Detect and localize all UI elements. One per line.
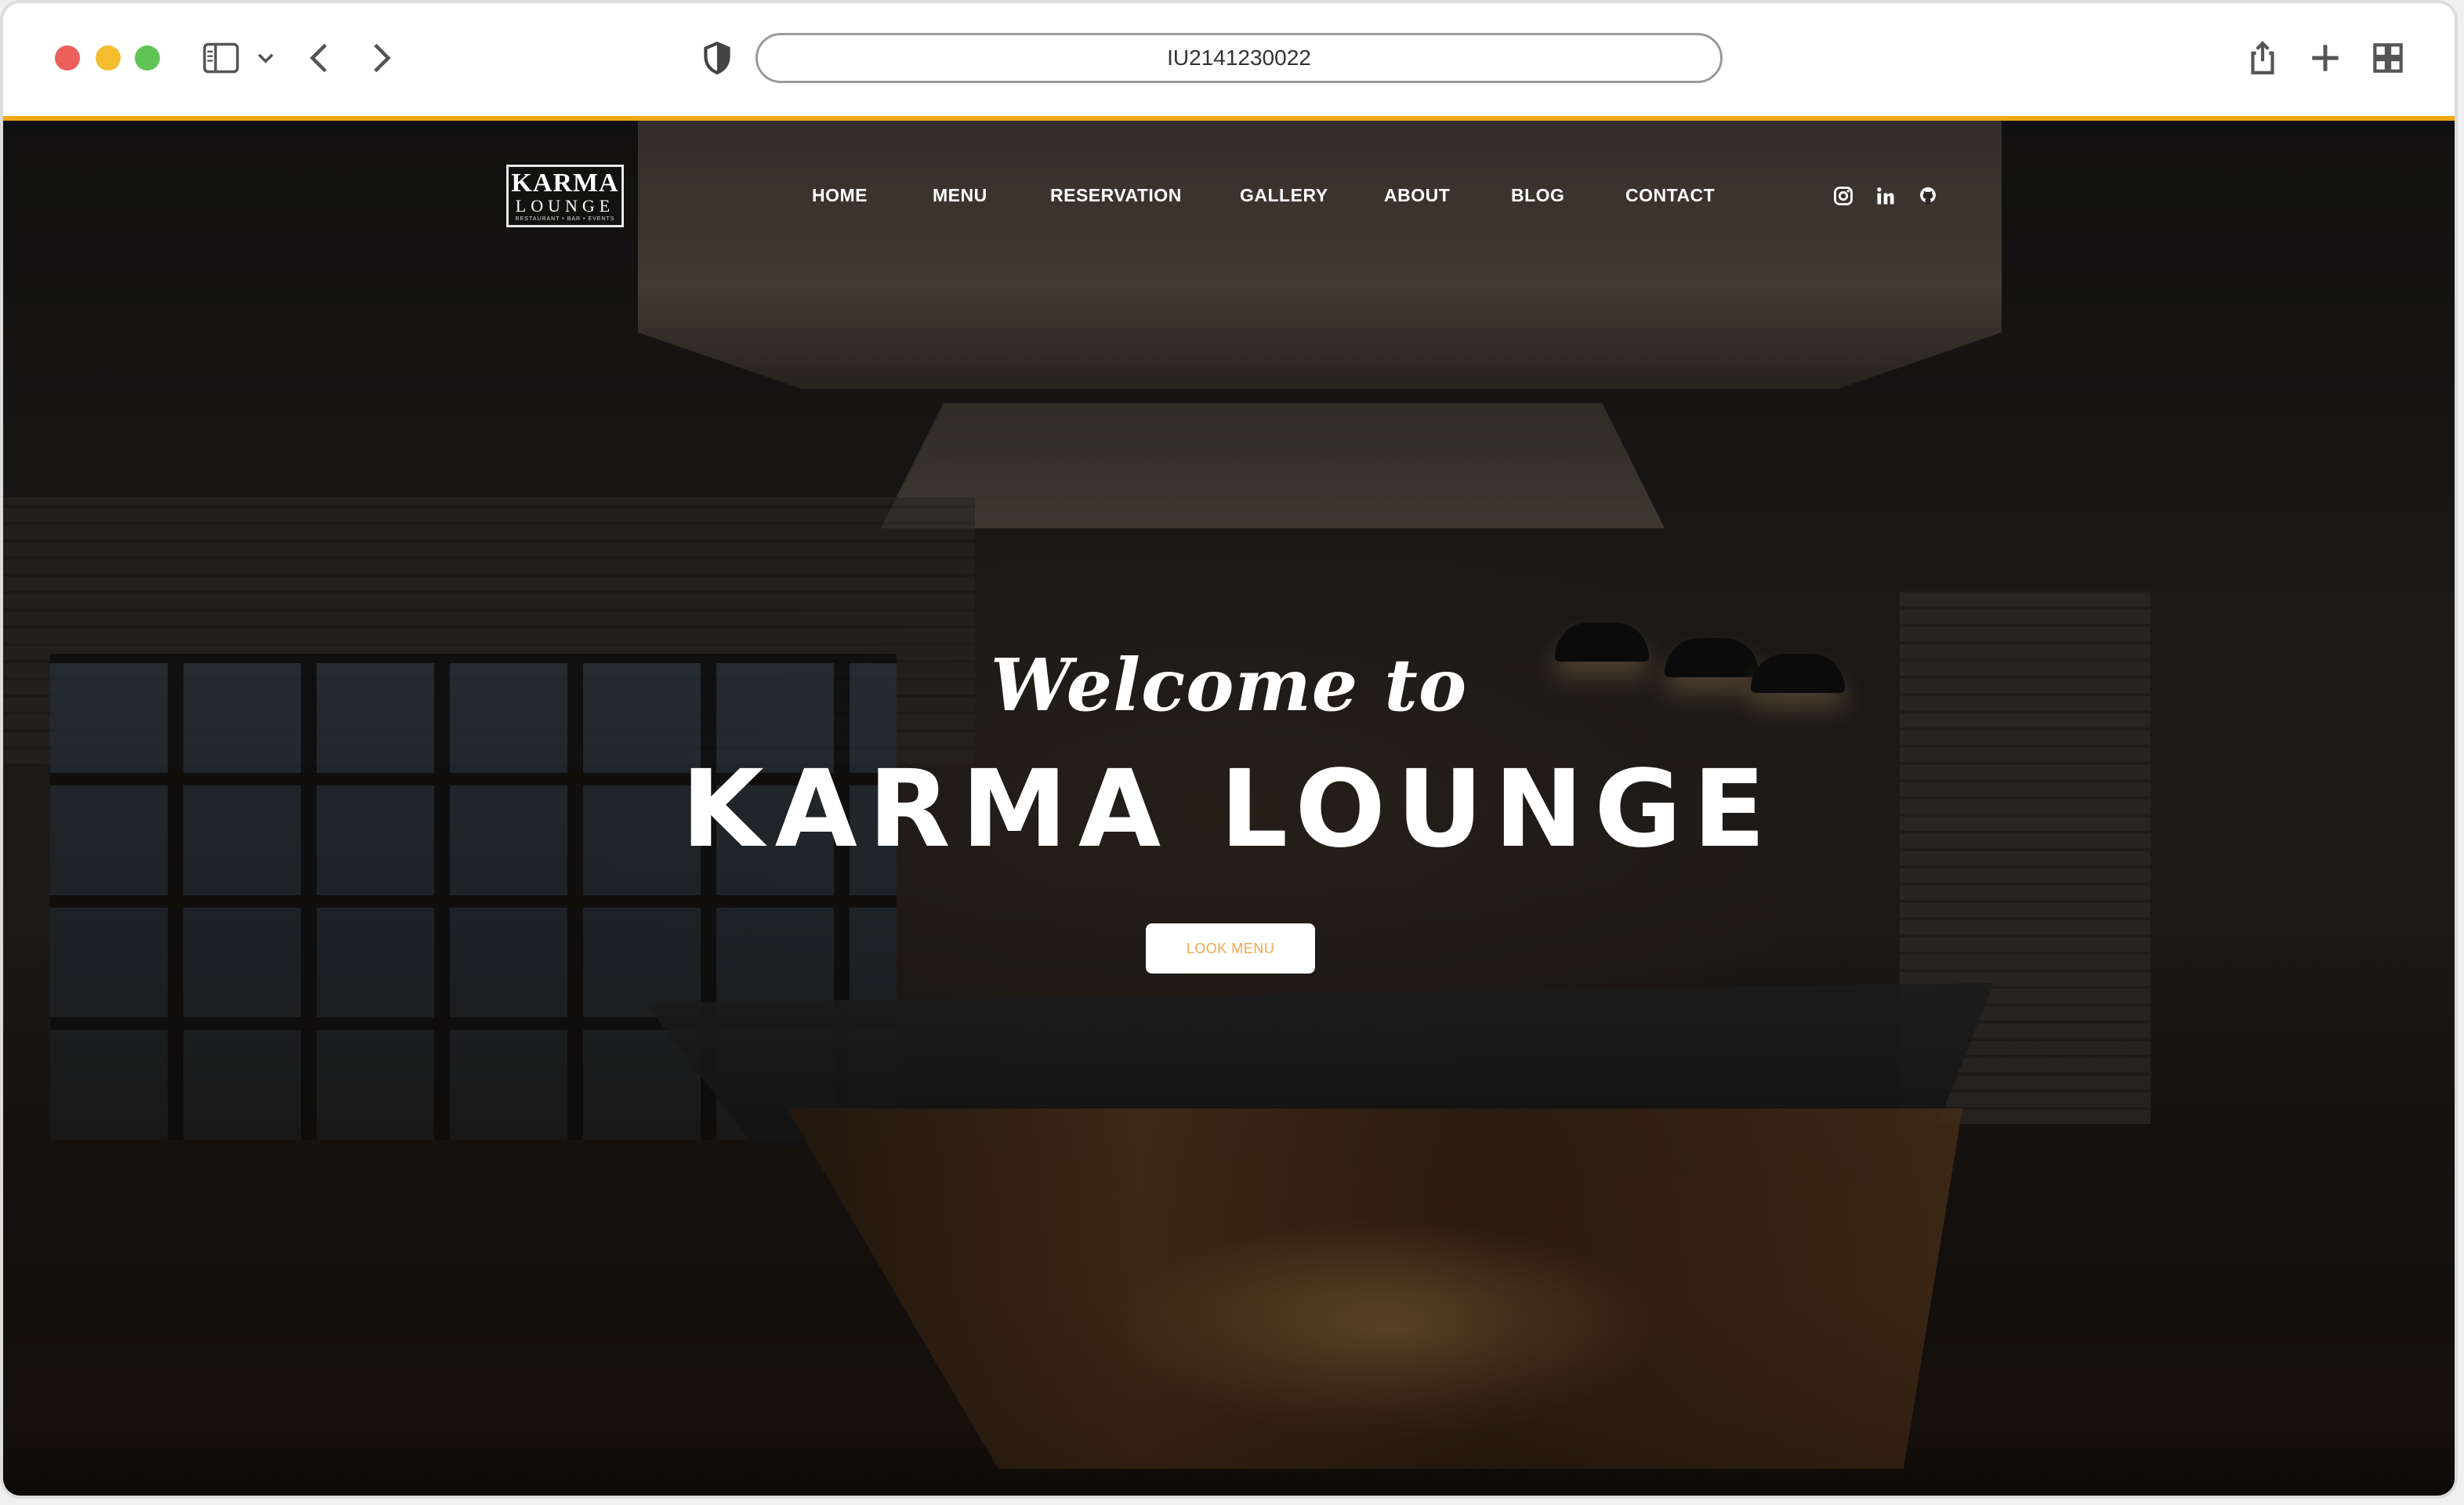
hero-welcome-text: Welcome to xyxy=(990,643,1468,727)
nav-blog[interactable]: BLOG xyxy=(1511,185,1564,206)
share-icon[interactable] xyxy=(2243,34,2282,82)
nav-menu[interactable]: MENU xyxy=(933,185,987,206)
close-window-button[interactable] xyxy=(55,45,80,71)
chevron-down-icon[interactable] xyxy=(252,34,279,82)
look-menu-button[interactable]: LOOK MENU xyxy=(1146,923,1315,974)
nav-reservation[interactable]: RESERVATION xyxy=(1050,185,1182,206)
logo-text-top: KARMA xyxy=(511,168,619,198)
browser-window: IU2141230022 KARMA LOUNGE RESTAURANT • B… xyxy=(0,0,2458,1499)
nav-gallery[interactable]: GALLERY xyxy=(1240,185,1328,206)
maximize-window-button[interactable] xyxy=(135,45,160,71)
nav-contact[interactable]: CONTACT xyxy=(1625,185,1715,206)
logo-text-bottom: LOUNGE xyxy=(515,195,615,216)
sidebar-icon[interactable] xyxy=(199,34,243,82)
linkedin-icon[interactable] xyxy=(1875,185,1897,207)
web-page: KARMA LOUNGE RESTAURANT • BAR • EVENTS H… xyxy=(3,121,2455,1496)
address-bar[interactable]: IU2141230022 xyxy=(756,33,1723,83)
new-tab-icon[interactable] xyxy=(2306,34,2345,82)
instagram-icon[interactable] xyxy=(1832,185,1854,207)
back-icon[interactable] xyxy=(301,34,340,82)
hero-title: KARMA LOUNGE xyxy=(681,748,1777,872)
forward-icon[interactable] xyxy=(361,34,400,82)
github-icon[interactable] xyxy=(1917,185,1939,207)
nav-home[interactable]: HOME xyxy=(812,185,868,206)
nav-about[interactable]: ABOUT xyxy=(1384,185,1450,206)
shield-icon[interactable] xyxy=(698,34,737,82)
logo-tagline: RESTAURANT • BAR • EVENTS xyxy=(515,216,615,222)
minimize-window-button[interactable] xyxy=(96,45,121,71)
tab-overview-icon[interactable] xyxy=(2368,34,2408,82)
site-logo[interactable]: KARMA LOUNGE RESTAURANT • BAR • EVENTS xyxy=(506,165,624,227)
browser-toolbar: IU2141230022 xyxy=(3,3,2455,116)
